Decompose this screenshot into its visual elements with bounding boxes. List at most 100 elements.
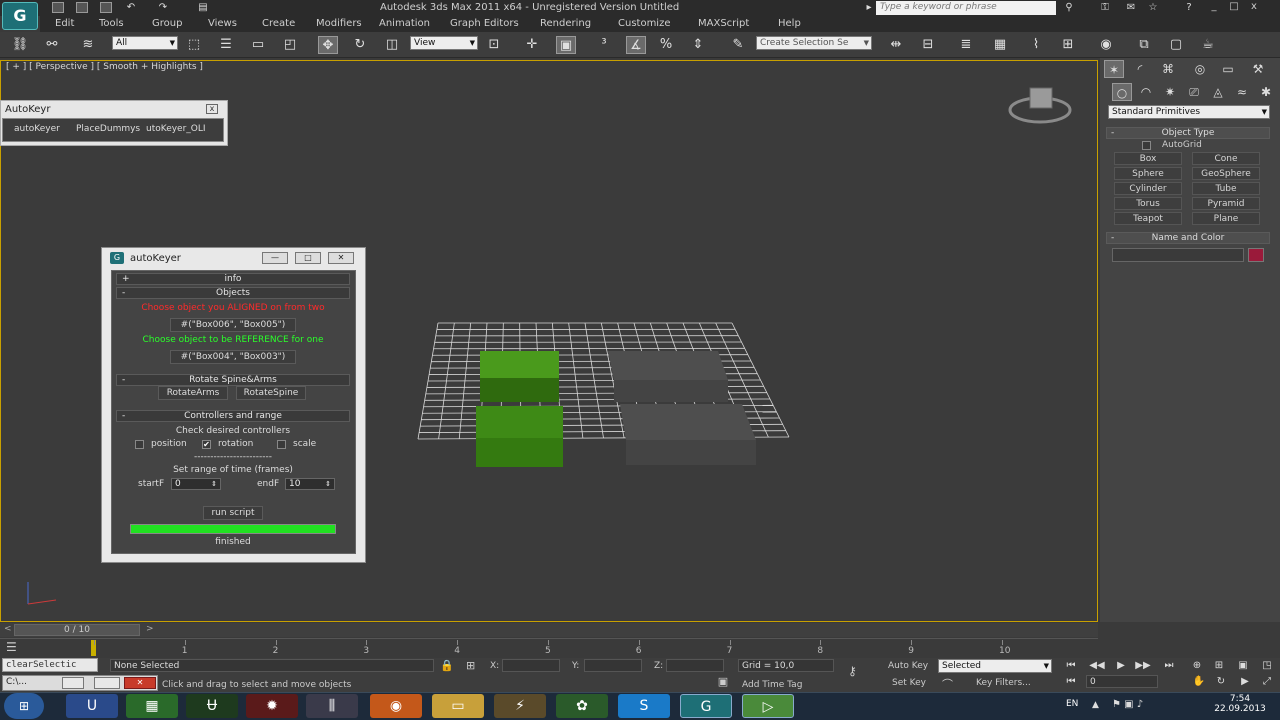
layer-manager-icon[interactable]: ≣ [956,36,976,54]
zoom-all-icon[interactable]: ⊞ [1210,660,1228,672]
time-slider-thumb[interactable]: 0 / 10 [14,624,140,636]
language-indicator[interactable]: EN [1066,699,1078,709]
lights-icon[interactable]: ✷ [1160,83,1180,101]
cone-button[interactable]: Cone [1192,152,1260,165]
sphere-button[interactable]: Sphere [1114,167,1182,180]
maxscript-mini-label[interactable]: C:\... [6,677,27,687]
auto-key-button[interactable]: Auto Key [888,661,928,671]
taskbar-udk-icon[interactable]: Ʉ [186,694,238,718]
align-icon[interactable]: ⊟ [918,36,938,54]
taskbar-game-icon[interactable]: ✹ [246,694,298,718]
taskbar-media-icon[interactable]: ⫼ [306,694,358,718]
link-icon[interactable]: ⛓ [10,36,30,54]
torus-button[interactable]: Torus [1114,197,1182,210]
open-file-icon[interactable] [76,2,88,13]
systems-icon[interactable]: ✱ [1256,83,1276,101]
trackbar-menu-icon[interactable]: ☰ [6,640,17,654]
taskbar-media-player-icon[interactable]: ▷ [742,694,794,718]
time-slider[interactable] [0,623,1098,637]
taskbar-calculator-icon[interactable]: ▦ [126,694,178,718]
curve-editor-icon[interactable]: ⌇ [1026,36,1046,54]
start-button[interactable]: ⊞ [4,693,44,719]
geometry-icon[interactable]: ○ [1112,83,1132,101]
z-coordinate-input[interactable] [666,659,724,672]
run-script-button[interactable]: run script [203,506,263,520]
pan-view-icon[interactable]: ✋ [1190,676,1208,688]
app-logo-button[interactable]: G [2,2,38,30]
menu-tools[interactable]: Tools [99,18,124,29]
select-and-scale-icon[interactable]: ◫ [382,36,402,54]
create-tab-icon[interactable]: ✶ [1104,60,1124,78]
mini-close-button[interactable]: ✕ [124,677,156,689]
orbit-icon[interactable]: ↻ [1212,676,1230,688]
taskbar-explorer-icon[interactable]: ▭ [432,694,484,718]
position-checkbox[interactable] [135,440,144,449]
taskbar-skype-icon[interactable]: S [618,694,670,718]
end-frame-spinner[interactable]: 10 ⇕ [285,478,335,490]
maxscript-listener-input[interactable]: clearSelectic [2,658,98,672]
y-coordinate-input[interactable] [584,659,642,672]
object-type-rollout-header[interactable]: - Object Type [1106,127,1270,139]
key-mode-toggle-icon[interactable]: ⏮ [1062,676,1080,688]
current-frame-input[interactable]: 0 [1086,675,1158,688]
aligned-objects-picker[interactable]: #("Box006", "Box005") [170,318,296,332]
keyboard-shortcut-override-icon[interactable]: ▣ [556,36,576,54]
dialog-maximize-button[interactable]: □ [295,252,321,264]
menu-graph-editors[interactable]: Graph Editors [450,18,519,29]
taskbar-unreal-icon[interactable]: U [66,694,118,718]
scale-checkbox[interactable] [277,440,286,449]
selection-lock-icon[interactable]: 🔒 [440,659,454,672]
go-to-end-icon[interactable]: ⏭ [1160,660,1178,672]
space-warps-icon[interactable]: ≈ [1232,83,1252,101]
dialog-minimize-button[interactable]: — [262,252,288,264]
cylinder-button[interactable]: Cylinder [1114,182,1182,195]
field-of-view-icon[interactable]: ▶ [1236,676,1254,688]
rotation-checkbox[interactable]: ✔ [202,440,211,449]
mini-maximize-button[interactable] [94,677,120,689]
menu-rendering[interactable]: Rendering [540,18,591,29]
modify-tab-icon[interactable]: ◜ [1130,60,1150,78]
taskbar-icq-icon[interactable]: ✿ [556,694,608,718]
previous-frame-icon[interactable]: ◀◀ [1088,660,1106,672]
hierarchy-tab-icon[interactable]: ⌘ [1158,60,1178,78]
zoom-extents-all-icon[interactable]: ◳ [1258,660,1276,672]
cameras-icon[interactable]: ⎚ [1184,83,1204,101]
geosphere-button[interactable]: GeoSphere [1192,167,1260,180]
spinner-snap-icon[interactable]: ⇕ [688,36,708,54]
info-center-arrow-icon[interactable]: ▸ [862,2,876,14]
undo-icon[interactable]: ↶ [124,2,138,14]
snaps-toggle-icon[interactable]: ³ [594,36,614,54]
rotate-arms-button[interactable]: RotateArms [158,386,228,400]
menu-create[interactable]: Create [262,18,295,29]
save-file-icon[interactable] [100,2,112,13]
named-selection-sets-dropdown[interactable]: Create Selection Se ▼ [756,36,872,50]
menu-customize[interactable]: Customize [618,18,671,29]
zoom-icon[interactable]: ⊕ [1188,660,1206,672]
helpers-icon[interactable]: ◬ [1208,83,1228,101]
default-tangent-icon[interactable]: ⌒ [942,676,953,692]
edit-named-selection-icon[interactable]: ✎ [728,36,748,54]
schematic-view-icon[interactable]: ⊞ [1058,36,1078,54]
render-production-icon[interactable]: ☕ [1198,36,1218,54]
mirror-icon[interactable]: ⇹ [886,36,906,54]
autogrid-checkbox[interactable] [1142,141,1151,150]
render-setup-icon[interactable]: ⧉ [1134,36,1154,54]
mini-restore-button[interactable] [62,677,84,689]
menu-views[interactable]: Views [208,18,237,29]
next-frame-icon[interactable]: ▶▶ [1134,660,1152,672]
search-input[interactable]: Type a keyword or phrase [876,1,1056,15]
primitive-category-dropdown[interactable]: Standard Primitives ▼ [1108,105,1270,119]
menu-modifiers[interactable]: Modifiers [316,18,362,29]
rendered-frame-window-icon[interactable]: ▢ [1166,36,1186,54]
placedummys-button[interactable]: PlaceDummys [76,124,140,134]
minimize-button[interactable]: _ [1204,1,1224,12]
taskbar-3dsmax-icon[interactable]: G [680,694,732,718]
window-crossing-icon[interactable]: ◰ [280,36,300,54]
time-next-button[interactable]: > [146,624,154,634]
time-tag-icon[interactable]: ▣ [714,675,732,689]
pyramid-button[interactable]: Pyramid [1192,197,1260,210]
menu-help[interactable]: Help [778,18,801,29]
shapes-icon[interactable]: ◠ [1136,83,1156,101]
graphite-ribbon-icon[interactable]: ▦ [990,36,1010,54]
rotate-spine-button[interactable]: RotateSpine [236,386,306,400]
